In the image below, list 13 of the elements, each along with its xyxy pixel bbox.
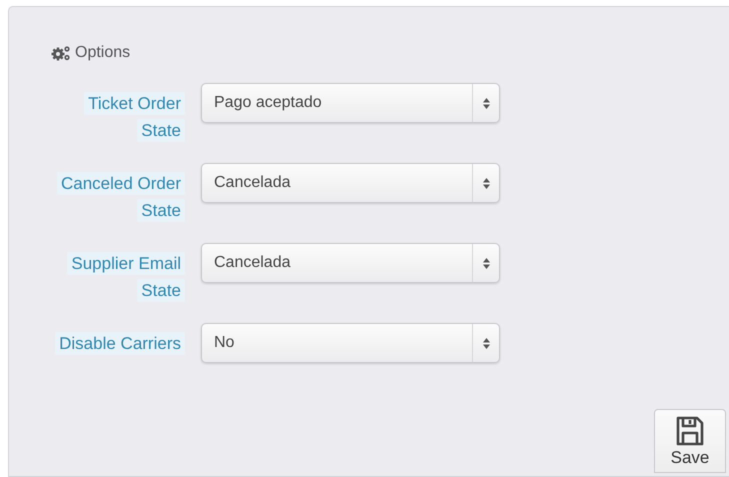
field-label: Ticket Order State	[9, 83, 185, 144]
select-field[interactable]: Pago aceptado	[201, 83, 500, 123]
up-down-arrow-icon	[482, 98, 490, 108]
select-field[interactable]: Cancelada	[201, 243, 500, 283]
select-field[interactable]: Cancelada	[201, 163, 500, 203]
up-down-arrow-icon	[482, 258, 490, 268]
select-field[interactable]: No	[201, 323, 500, 363]
panel-title: Options	[75, 44, 130, 62]
gears-icon	[51, 45, 71, 61]
field-label: Disable Carriers	[9, 323, 185, 357]
up-down-arrow-icon	[482, 338, 490, 348]
save-button[interactable]: Save	[654, 409, 726, 473]
up-down-arrow-icon	[482, 178, 490, 188]
